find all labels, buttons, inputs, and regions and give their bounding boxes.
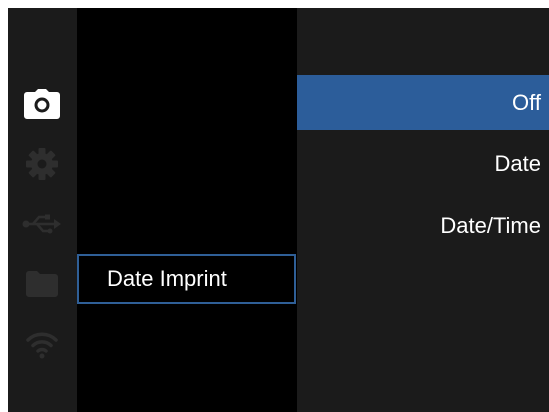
option-date-time[interactable]: Date/Time	[297, 198, 549, 253]
option-label: Off	[512, 89, 541, 115]
options-panel: Off Date Date/Time	[297, 8, 549, 412]
setting-label: Date Imprint	[107, 266, 227, 291]
camera-icon[interactable]	[22, 84, 62, 124]
settings-list-panel: Date Imprint	[77, 8, 297, 412]
setting-date-imprint[interactable]: Date Imprint	[77, 254, 296, 304]
option-label: Date/Time	[440, 212, 541, 238]
folder-icon[interactable]	[22, 264, 62, 304]
menu-category-sidebar	[8, 8, 77, 412]
camera-menu-screen: Date Imprint Off Date Date/Time	[8, 8, 549, 412]
wifi-icon[interactable]	[22, 324, 62, 364]
option-off[interactable]: Off	[297, 75, 549, 130]
usb-icon[interactable]	[22, 204, 62, 244]
option-date[interactable]: Date	[297, 136, 549, 191]
gear-icon[interactable]	[22, 144, 62, 184]
option-label: Date	[494, 150, 541, 176]
